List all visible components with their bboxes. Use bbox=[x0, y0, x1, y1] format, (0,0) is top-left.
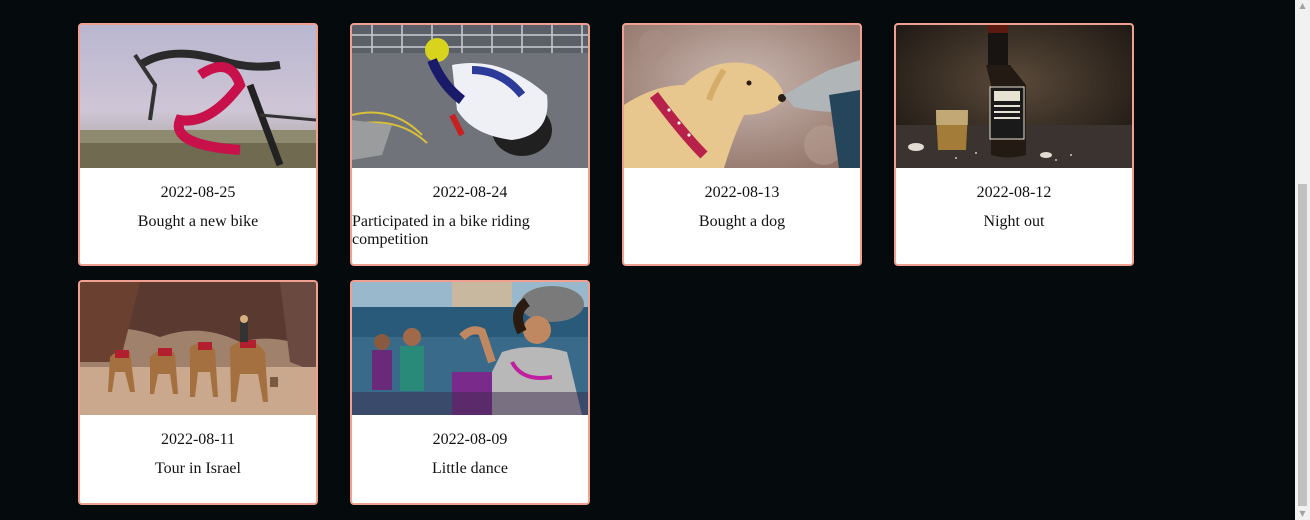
memory-date: 2022-08-25 bbox=[160, 184, 236, 201]
dog-photo bbox=[624, 25, 860, 168]
memory-card[interactable]: 2022-08-11 Tour in Israel bbox=[78, 280, 318, 505]
memory-card[interactable]: 2022-08-12 Night out bbox=[894, 23, 1134, 266]
memory-title: Bought a dog bbox=[698, 213, 786, 230]
scroll-up-arrow-icon[interactable]: ▲ bbox=[1295, 0, 1310, 12]
memory-date: 2022-08-13 bbox=[704, 184, 780, 201]
memory-card[interactable]: 2022-08-09 Little dance bbox=[350, 280, 590, 505]
folk-dancer-photo bbox=[352, 282, 588, 415]
memory-date: 2022-08-11 bbox=[160, 431, 236, 448]
memory-title: Bought a new bike bbox=[137, 213, 259, 230]
memory-title: Night out bbox=[983, 213, 1045, 230]
motorcycle-racer-photo bbox=[352, 25, 588, 168]
memory-date: 2022-08-12 bbox=[976, 184, 1052, 201]
memory-card[interactable]: 2022-08-13 Bought a dog bbox=[622, 23, 862, 266]
memory-title: Little dance bbox=[432, 460, 508, 477]
memory-card[interactable]: 2022-08-25 Bought a new bike bbox=[78, 23, 318, 266]
scrollbar-thumb[interactable] bbox=[1298, 184, 1307, 506]
memory-title: Participated in a bike riding competitio… bbox=[352, 213, 530, 248]
camels-desert-photo bbox=[80, 282, 316, 415]
memory-date: 2022-08-09 bbox=[432, 431, 508, 448]
memory-card[interactable]: 2022-08-24 Participated in a bike riding… bbox=[350, 23, 590, 266]
memory-date: 2022-08-24 bbox=[432, 184, 508, 201]
vertical-scrollbar[interactable]: ▲ ▼ bbox=[1295, 0, 1310, 520]
memories-page: 2022-08-25 Bought a new bike 2022-08-24 … bbox=[0, 0, 1310, 520]
whiskey-bottle-photo bbox=[896, 25, 1132, 168]
scroll-down-arrow-icon[interactable]: ▼ bbox=[1295, 508, 1310, 520]
bike-handlebar-photo bbox=[80, 25, 316, 168]
memory-title: Tour in Israel bbox=[155, 460, 241, 477]
